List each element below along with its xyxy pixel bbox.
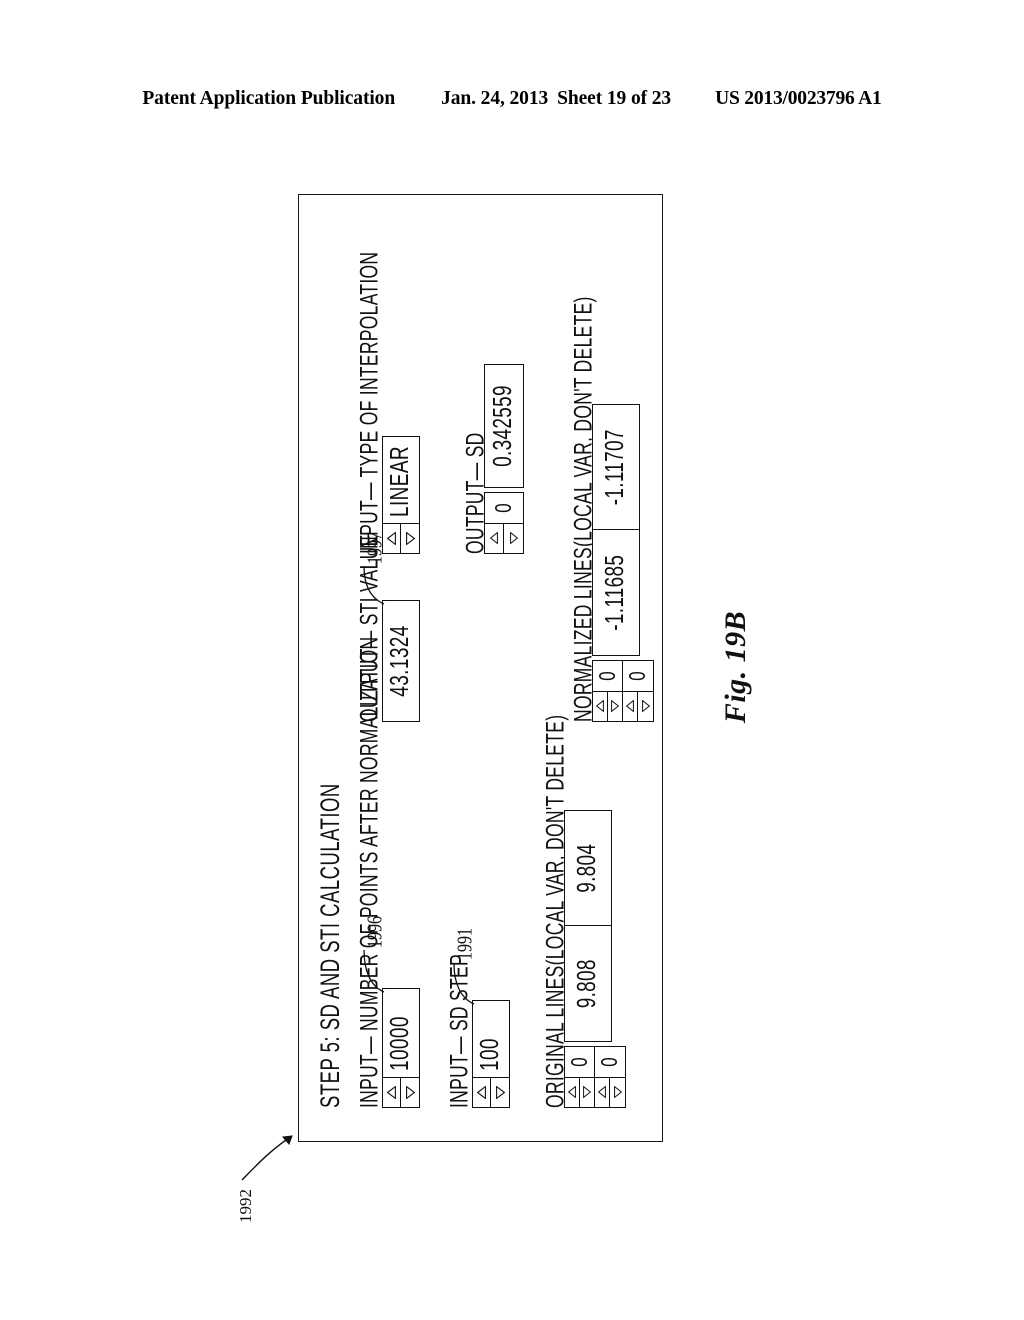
figure-caption: Fig. 19B — [719, 610, 752, 724]
number-of-points-text: 10000 — [385, 1016, 415, 1071]
interpolation-spinner[interactable] — [383, 523, 419, 553]
triangle-down-icon[interactable] — [504, 524, 523, 553]
triangle-up-icon[interactable] — [565, 1078, 580, 1107]
array-cell[interactable]: -1.11707 — [593, 405, 639, 531]
figure-reference-numeral: 1992 — [236, 1189, 255, 1223]
publication-label: Patent Application Publication — [142, 88, 396, 109]
array-output-sd[interactable]: 0 0.342559 — [484, 354, 528, 554]
normalized-lines-index[interactable]: 0 0 — [592, 660, 654, 722]
normalized-lines-col-index[interactable]: 0 — [623, 661, 653, 721]
array-cell: 0.342559 — [485, 365, 523, 487]
row-index-value[interactable]: 0 — [565, 1047, 594, 1077]
row-index-text: 0 — [490, 503, 517, 513]
row-index-value[interactable]: 0 — [593, 661, 622, 691]
row-index-text: 0 — [594, 671, 620, 681]
original-lines-index[interactable]: 0 0 — [564, 1046, 626, 1108]
label-type-of-interpolation: INPUT— TYPE OF INTERPOLATION — [354, 251, 384, 554]
array-cell[interactable]: 9.804 — [565, 811, 611, 927]
col-index-text: 0 — [596, 1057, 623, 1067]
interpolation-value[interactable]: LINEAR — [383, 437, 419, 523]
row-index-spinner[interactable] — [565, 1077, 594, 1107]
original-lines-row-index[interactable]: 0 — [565, 1047, 595, 1107]
triangle-down-icon[interactable] — [610, 1078, 625, 1107]
sd-step-value[interactable]: 100 — [473, 1001, 509, 1077]
triangle-up-icon[interactable] — [485, 524, 504, 553]
array-cell[interactable]: 9.808 — [565, 927, 611, 1042]
array-cell-text: -1.11707 — [600, 429, 630, 506]
output-sd-row-index[interactable]: 0 — [485, 493, 523, 553]
col-index-spinner[interactable] — [595, 1077, 625, 1107]
triangle-down-icon[interactable] — [580, 1078, 595, 1107]
triangle-up-icon[interactable] — [383, 524, 401, 553]
triangle-down-icon[interactable] — [491, 1078, 509, 1107]
triangle-down-icon[interactable] — [638, 692, 653, 721]
original-lines-cells[interactable]: 9.808 9.804 — [564, 810, 612, 1042]
input-type-of-interpolation[interactable]: LINEAR — [382, 436, 420, 554]
array-original-lines[interactable]: 0 0 9.808 9.804 — [564, 808, 628, 1108]
sti-value-text: 43.1324 — [385, 625, 415, 697]
input-sd-step[interactable]: 100 — [472, 1000, 510, 1108]
row-index-spinner[interactable] — [593, 691, 622, 721]
array-cell[interactable]: -1.11685 — [593, 531, 639, 656]
panel-title: STEP 5: SD AND STI CALCULATION — [314, 783, 345, 1108]
number-of-points-spinner[interactable] — [383, 1077, 419, 1107]
number-of-points-value[interactable]: 10000 — [383, 989, 419, 1077]
col-index-value[interactable]: 0 — [595, 1047, 625, 1077]
output-sd-cells: 0.342559 — [484, 364, 524, 488]
sd-step-text: 100 — [475, 1038, 505, 1071]
col-index-text: 0 — [624, 671, 651, 681]
array-cell-text: -1.11685 — [600, 554, 630, 631]
patent-number: US 2013/0023796 A1 — [715, 88, 882, 109]
output-sti-value: 43.1324 — [382, 600, 420, 722]
triangle-down-icon[interactable] — [401, 524, 419, 553]
triangle-up-icon[interactable] — [593, 692, 608, 721]
col-index-spinner[interactable] — [623, 691, 653, 721]
triangle-down-icon[interactable] — [401, 1078, 419, 1107]
publication-date: Jan. 24, 2013 — [441, 88, 549, 109]
page-header: Patent Application Publication Jan. 24, … — [0, 88, 1024, 118]
figure-drawing: STEP 5: SD AND STI CALCULATION INPUT— NU… — [298, 194, 663, 1142]
triangle-up-icon[interactable] — [383, 1078, 401, 1107]
reference-numeral-1996: 1996 — [364, 916, 387, 948]
output-sd-index[interactable]: 0 — [484, 492, 524, 554]
array-cell-text: 9.808 — [572, 959, 602, 1009]
sti-value-text-wrap: 43.1324 — [383, 601, 419, 721]
original-lines-col-index[interactable]: 0 — [595, 1047, 625, 1107]
triangle-up-icon[interactable] — [473, 1078, 491, 1107]
array-cell-text: 0.342559 — [488, 385, 518, 467]
normalized-lines-row-index[interactable]: 0 — [593, 661, 623, 721]
sd-step-spinner[interactable] — [473, 1077, 509, 1107]
row-index-value[interactable]: 0 — [485, 493, 523, 523]
reference-numeral-1991: 1991 — [454, 928, 477, 960]
triangle-up-icon[interactable] — [623, 692, 638, 721]
col-index-value[interactable]: 0 — [623, 661, 653, 691]
interpolation-text: LINEAR — [385, 445, 415, 517]
triangle-up-icon[interactable] — [595, 1078, 610, 1107]
row-index-text: 0 — [566, 1057, 592, 1067]
sheet-label: Sheet 19 of 23 — [557, 88, 672, 109]
input-number-of-points[interactable]: 10000 — [382, 988, 420, 1108]
array-cell-text: 9.804 — [572, 843, 602, 893]
normalized-lines-cells[interactable]: -1.11685 -1.11707 — [592, 404, 640, 656]
triangle-down-icon[interactable] — [608, 692, 623, 721]
row-index-spinner[interactable] — [485, 523, 523, 553]
array-normalized-lines[interactable]: 0 0 -1.11685 -1.11707 — [592, 402, 656, 722]
